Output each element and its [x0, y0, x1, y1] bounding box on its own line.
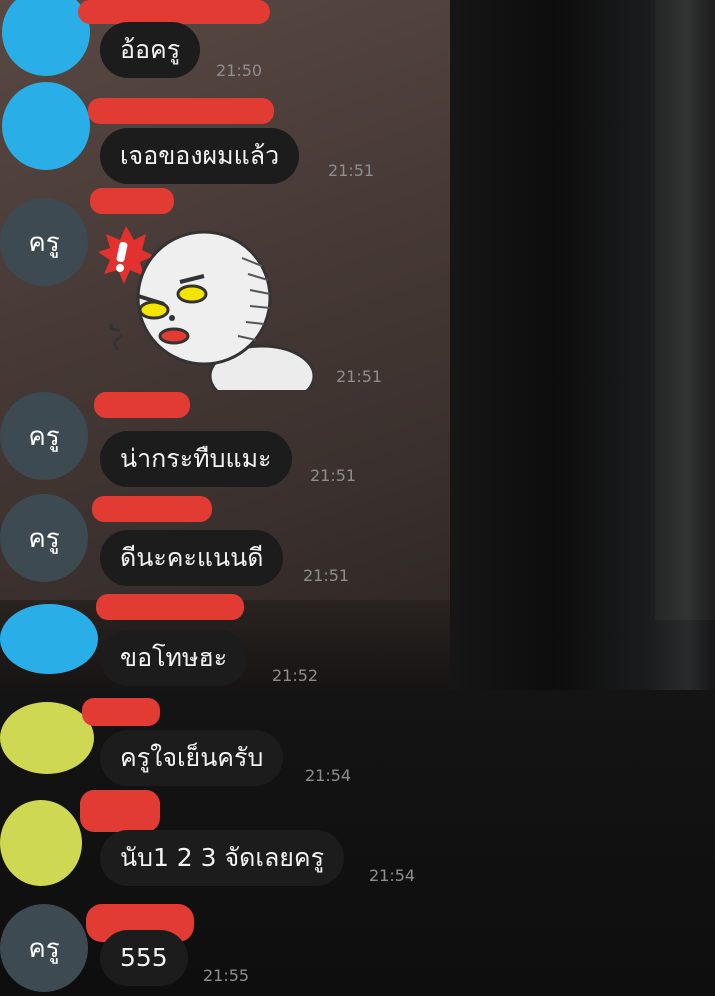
message-time: 21:52: [272, 666, 319, 685]
message-bubble[interactable]: ครูใจเย็นครับ: [100, 730, 284, 786]
message-bubble[interactable]: น่ากระทืบแมะ: [100, 431, 292, 487]
angry-moon-sticker[interactable]: [92, 218, 314, 390]
avatar[interactable]: [0, 800, 82, 886]
redacted-sender-name: [96, 594, 244, 620]
avatar[interactable]: ครู: [0, 198, 88, 286]
avatar[interactable]: [0, 702, 94, 774]
avatar[interactable]: ครู: [0, 904, 88, 992]
redacted-sender-name: [94, 392, 190, 418]
redacted-sender-name: [88, 98, 274, 124]
message-time: 21:55: [203, 966, 250, 985]
message-bubble[interactable]: เจอของผมแล้ว: [100, 128, 300, 184]
avatar[interactable]: ครู: [0, 392, 88, 480]
avatar-label: ครู: [28, 421, 60, 452]
redacted-sender-name: [80, 790, 160, 832]
message-bubble[interactable]: อ้อครู: [100, 22, 201, 78]
redacted-sender-name: [90, 188, 174, 214]
avatar-label: ครู: [28, 523, 60, 554]
message-time: 21:54: [369, 866, 416, 885]
message-time: 21:54: [305, 766, 352, 785]
redacted-sender-name: [78, 0, 270, 24]
message-bubble[interactable]: ดีนะคะแนนดี: [100, 530, 284, 586]
redacted-sender-name: [92, 496, 212, 522]
message-bubble[interactable]: 555: [100, 930, 188, 986]
avatar-label: ครู: [28, 933, 60, 964]
message-time: 21:51: [336, 367, 383, 386]
avatar[interactable]: [0, 604, 98, 674]
message-bubble[interactable]: ขอโทษฮะ: [100, 630, 248, 686]
redacted-sender-name: [82, 698, 160, 726]
avatar-label: ครู: [28, 227, 60, 258]
avatar[interactable]: [2, 82, 90, 170]
message-bubble[interactable]: นับ1 2 3 จัดเลยครู: [100, 830, 345, 886]
avatar[interactable]: ครู: [0, 494, 88, 582]
message-time: 21:51: [328, 161, 375, 180]
message-time: 21:50: [216, 61, 263, 80]
message-time: 21:51: [310, 466, 357, 485]
message-time: 21:51: [303, 566, 350, 585]
